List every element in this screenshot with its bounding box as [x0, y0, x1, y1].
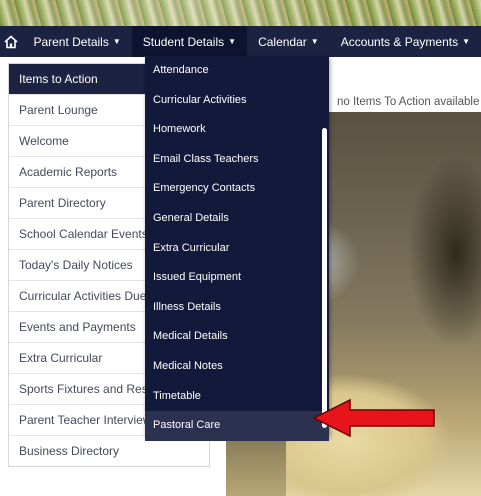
dropdown-scrollbar[interactable] — [322, 128, 327, 428]
no-items-notice: no Items To Action available — [337, 96, 480, 108]
nav-student-details-label: Student Details — [142, 34, 225, 49]
caret-down-icon: ▼ — [310, 37, 319, 46]
dropdown-item-medical-details[interactable]: Medical Details — [145, 322, 329, 352]
caret-down-icon: ▼ — [228, 37, 237, 46]
nav-parent-details[interactable]: Parent Details ▼ — [22, 26, 131, 57]
dropdown-item-illness-details[interactable]: Illness Details — [145, 293, 329, 323]
home-button[interactable] — [0, 26, 22, 57]
dropdown-item-email-class-teachers[interactable]: Email Class Teachers — [145, 145, 329, 175]
main-navbar: Parent Details ▼ Student Details ▼ Calen… — [0, 26, 481, 57]
nav-student-details[interactable]: Student Details ▼ — [131, 26, 248, 57]
caret-down-icon: ▼ — [112, 37, 121, 46]
nav-calendar[interactable]: Calendar ▼ — [247, 26, 330, 57]
dropdown-item-pastoral-care[interactable]: Pastoral Care — [145, 411, 329, 441]
dropdown-item-curricular-activities[interactable]: Curricular Activities — [145, 86, 329, 116]
arrow-shape — [312, 398, 435, 438]
dropdown-item-attendance[interactable]: Attendance — [145, 56, 329, 86]
nav-calendar-label: Calendar — [258, 34, 307, 49]
nav-accounts-payments[interactable]: Accounts & Payments ▼ — [330, 26, 481, 57]
dropdown-item-homework[interactable]: Homework — [145, 115, 329, 145]
dropdown-item-issued-equipment[interactable]: Issued Equipment — [145, 263, 329, 293]
student-details-dropdown: Attendance Curricular Activities Homewor… — [145, 56, 329, 441]
header-banner — [0, 0, 481, 26]
dropdown-item-general-details[interactable]: General Details — [145, 204, 329, 234]
dropdown-item-extra-curricular[interactable]: Extra Curricular — [145, 234, 329, 264]
red-arrow-pointer — [312, 398, 435, 438]
nav-accounts-payments-label: Accounts & Payments — [340, 34, 459, 49]
dropdown-item-medical-notes[interactable]: Medical Notes — [145, 352, 329, 382]
dropdown-item-timetable[interactable]: Timetable — [145, 382, 329, 412]
nav-parent-details-label: Parent Details — [33, 34, 109, 49]
home-icon — [4, 34, 18, 48]
caret-down-icon: ▼ — [462, 37, 470, 46]
dropdown-item-emergency-contacts[interactable]: Emergency Contacts — [145, 174, 329, 204]
